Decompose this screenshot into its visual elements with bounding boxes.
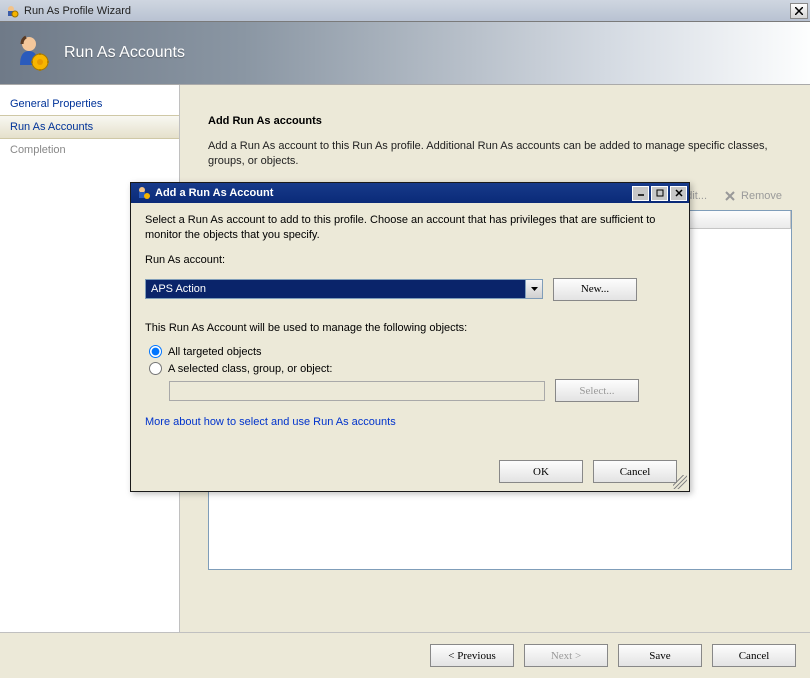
remove-label: Remove [741,190,782,202]
save-button[interactable]: Save [618,644,702,667]
window-title: Run As Profile Wizard [24,5,790,17]
dialog-intro: Select a Run As account to add to this p… [145,213,675,243]
select-object-button: Select... [555,379,639,402]
new-account-button[interactable]: New... [553,278,637,301]
previous-button[interactable]: < Previous [430,644,514,667]
sidebar-item-completion: Completion [0,139,179,161]
cancel-button[interactable]: Cancel [712,644,796,667]
maximize-icon [656,189,664,197]
sidebar-item-label: Completion [10,144,66,156]
scope-intro: This Run As Account will be used to mana… [145,321,675,336]
close-icon [795,7,803,15]
radio-all-label: All targeted objects [168,346,262,358]
resize-grip[interactable] [673,475,687,489]
remove-icon [723,189,737,203]
radio-selected-input[interactable] [149,362,162,375]
sidebar-item-runas[interactable]: Run As Accounts [0,115,179,139]
dialog-cancel-button[interactable]: Cancel [593,460,677,483]
dialog-titlebar: Add a Run As Account [131,183,689,203]
minimize-button[interactable] [632,186,649,201]
maximize-button[interactable] [651,186,668,201]
ok-button[interactable]: OK [499,460,583,483]
sidebar-item-label: Run As Accounts [10,121,93,133]
next-button: Next > [524,644,608,667]
remove-button: Remove [717,187,788,205]
selected-object-input [169,381,545,401]
dialog-footer: OK Cancel [131,454,689,491]
help-link[interactable]: More about how to select and use Run As … [145,416,396,428]
radio-selected-label: A selected class, group, or object: [168,363,332,375]
account-label: Run As account: [145,253,675,268]
user-gear-icon [12,33,52,73]
header-title: Run As Accounts [64,44,185,62]
dialog-icon [135,185,151,201]
page-heading: Add Run As accounts [208,115,792,127]
wizard-header: Run As Accounts [0,22,810,85]
sidebar-item-general[interactable]: General Properties [0,93,179,115]
app-icon [4,3,20,19]
combobox-arrow[interactable] [525,280,542,298]
dialog-body: Select a Run As account to add to this p… [131,203,689,454]
account-combobox[interactable]: APS Action [145,279,543,299]
page-description: Add a Run As account to this Run As prof… [208,139,792,170]
radio-all-targeted[interactable]: All targeted objects [149,345,675,358]
dialog-title: Add a Run As Account [155,187,630,199]
chevron-down-icon [531,287,538,291]
window-titlebar: Run As Profile Wizard [0,0,810,22]
add-account-dialog: Add a Run As Account Select a Run As acc… [130,182,690,492]
wizard-footer: < Previous Next > Save Cancel [0,632,810,678]
close-icon [675,189,683,197]
minimize-icon [637,189,645,197]
dialog-close-button[interactable] [670,186,687,201]
radio-selected-class[interactable]: A selected class, group, or object: [149,362,675,375]
close-button[interactable] [790,3,808,19]
radio-all-input[interactable] [149,345,162,358]
sidebar-item-label: General Properties [10,98,102,110]
account-value: APS Action [146,280,525,298]
